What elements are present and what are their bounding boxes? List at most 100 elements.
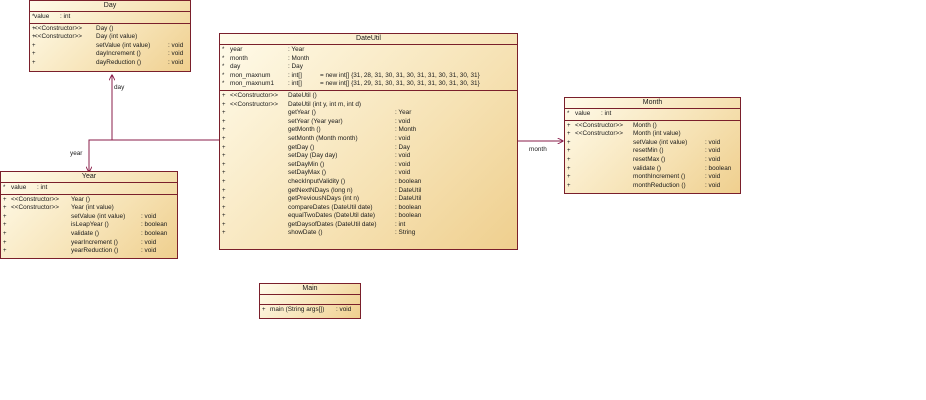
attribute-row: * value: int xyxy=(30,13,190,22)
method-return-type: : void xyxy=(141,212,157,220)
visibility-marker: + xyxy=(567,139,571,146)
method-name: getPreviousNDays (int n) xyxy=(288,195,360,203)
method-name: equalTwoDates (DateUtil date) xyxy=(288,212,376,220)
visibility-marker: + xyxy=(3,230,7,237)
method-name: yearIncrement () xyxy=(71,238,118,246)
method-row: + setDayMin (): void xyxy=(220,161,517,170)
visibility-marker: * xyxy=(222,55,225,62)
method-row: + validate (): boolean xyxy=(1,230,177,239)
method-return-type: : void xyxy=(395,169,411,177)
visibility-marker: + xyxy=(222,92,226,99)
attribute-row: * value: int xyxy=(565,110,740,119)
method-name: DateUtil (int y, int m, int d) xyxy=(288,100,362,108)
visibility-marker: + xyxy=(3,248,7,255)
method-name: resetMin () xyxy=(633,147,664,155)
attribute-type: : Month xyxy=(288,54,310,62)
attribute-name: mon_maxnum xyxy=(230,71,271,79)
visibility-marker: + xyxy=(3,196,7,203)
method-row: + <<Constructor>> Day () xyxy=(30,25,190,34)
visibility-marker: + xyxy=(222,196,226,203)
method-name: setDayMax () xyxy=(288,169,326,177)
class-title: Main xyxy=(260,284,360,295)
attribute-row: * day: Day xyxy=(220,63,517,72)
method-name: dayIncrement () xyxy=(96,50,141,58)
method-name: setMonth (Month month) xyxy=(288,134,358,142)
attribute-type: : Year xyxy=(288,46,305,53)
attributes-section: * year: Year * month: Month * day: Day * mon_ma… xyxy=(220,45,517,91)
attribute-name: mon_maxnum1 xyxy=(230,80,275,88)
attribute-row: * mon_maxnum1: int[] = new int[] {31, 29, … xyxy=(220,80,517,89)
method-row: + <<Constructor>> Month (int value) xyxy=(565,130,740,139)
visibility-marker: * xyxy=(3,185,6,191)
method-row: + <<Constructor>> Day (int value) xyxy=(30,33,190,42)
attribute-type: : int xyxy=(37,184,48,191)
method-row: + getDaysofDates (DateUtil date) : int xyxy=(220,221,517,230)
method-row: + setValue (int value): void xyxy=(565,139,740,148)
method-row: + <<Constructor>> DateUtil () xyxy=(220,92,517,101)
method-stereotype: <<Constructor>> xyxy=(34,33,82,41)
visibility-marker: + xyxy=(32,59,36,66)
visibility-marker: + xyxy=(222,135,226,142)
method-name: yearReduction () xyxy=(71,247,119,255)
method-name: compareDates (DateUtil date) xyxy=(288,203,373,211)
methods-section: + main (String args[]): void xyxy=(260,305,360,316)
visibility-marker: + xyxy=(567,148,571,155)
method-name: dayReduction () xyxy=(96,58,142,66)
visibility-marker: + xyxy=(3,205,7,212)
attribute-row: * month: Month xyxy=(220,55,517,64)
method-return-type: : boolean xyxy=(141,229,168,237)
visibility-marker: + xyxy=(3,239,7,246)
method-stereotype: <<Constructor>> xyxy=(230,91,278,99)
method-name: getNextNDays (long n) xyxy=(288,186,353,194)
method-return-type: : String xyxy=(395,229,416,237)
method-row: + compareDates (DateUtil date): boolean xyxy=(220,204,517,213)
method-row: + setDayMax (): void xyxy=(220,169,517,178)
class-year[interactable]: Year * value: int + <<Constructor>> Year ()… xyxy=(0,171,178,259)
method-name: Month (int value) xyxy=(633,130,681,138)
class-dateutil[interactable]: DateUtil * year: Year * month: Month * day: D… xyxy=(219,33,518,250)
visibility-marker: + xyxy=(222,221,226,228)
visibility-marker: + xyxy=(222,230,226,237)
method-return-type: : boolean xyxy=(705,164,732,172)
methods-section: + <<Constructor>> Day () + <<Constructor>> Da… xyxy=(30,24,190,69)
method-row: + monthReduction (): void xyxy=(565,182,740,191)
method-return-type: : void xyxy=(141,247,157,255)
visibility-marker: + xyxy=(567,122,571,129)
visibility-marker: + xyxy=(222,178,226,185)
method-row: + <<Constructor>> Year (int value) xyxy=(1,204,177,213)
method-return-type: : void xyxy=(168,58,184,66)
attribute-type: : int xyxy=(601,110,612,117)
visibility-marker: + xyxy=(567,131,571,138)
method-row: + getPreviousNDays (int n): DateUtil xyxy=(220,195,517,204)
method-return-type: : void xyxy=(395,117,411,125)
method-row: + setDay (Day day): void xyxy=(220,152,517,161)
class-main[interactable]: Main + main (String args[]): void xyxy=(259,283,361,319)
method-return-type: : void xyxy=(705,181,721,189)
visibility-marker: + xyxy=(32,51,36,58)
method-row: + equalTwoDates (DateUtil date): boolean xyxy=(220,212,517,221)
method-name: getDaysofDates (DateUtil date) xyxy=(288,220,377,228)
method-name: resetMax () xyxy=(633,155,666,163)
visibility-marker: + xyxy=(262,307,266,313)
method-row: + validate (): boolean xyxy=(565,165,740,174)
attribute-type: : Day xyxy=(288,63,303,71)
association-year-line xyxy=(89,139,112,172)
method-row: + setMonth (Month month): void xyxy=(220,135,517,144)
method-name: Year () xyxy=(71,195,90,203)
attribute-initializer: = new int[] {31, 28, 31, 30, 31, 30, 31,… xyxy=(320,71,480,79)
method-return-type: : int xyxy=(395,220,406,228)
class-day[interactable]: Day * value: int + <<Constructor>> Day () + <… xyxy=(29,0,191,72)
visibility-marker: + xyxy=(222,110,226,117)
class-month[interactable]: Month * value: int + <<Constructor>> Month … xyxy=(564,97,741,194)
method-row: + main (String args[]): void xyxy=(260,306,360,315)
attribute-name: value xyxy=(575,110,591,117)
method-row: + yearIncrement (): void xyxy=(1,239,177,248)
visibility-marker: + xyxy=(32,42,36,49)
method-name: setValue (int value) xyxy=(71,212,126,220)
method-name: getYear () xyxy=(288,109,316,117)
method-name: Year (int value) xyxy=(71,204,114,212)
method-row: + resetMin (): void xyxy=(565,147,740,156)
visibility-marker: + xyxy=(567,174,571,181)
visibility-marker: + xyxy=(222,144,226,151)
method-return-type: : void xyxy=(705,155,721,163)
